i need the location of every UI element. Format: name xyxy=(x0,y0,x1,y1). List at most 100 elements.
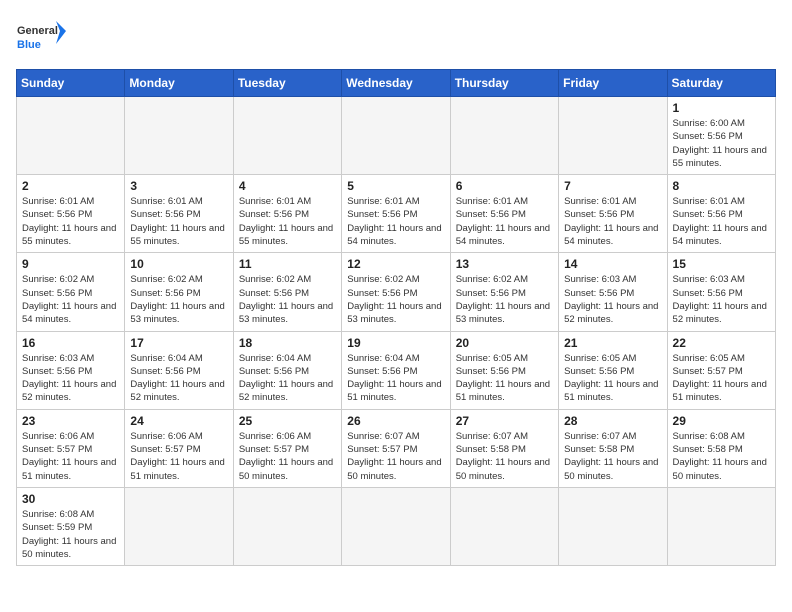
day-info: Sunrise: 6:06 AMSunset: 5:57 PMDaylight:… xyxy=(239,430,336,483)
calendar-cell: 20Sunrise: 6:05 AMSunset: 5:56 PMDayligh… xyxy=(450,331,558,409)
day-number: 17 xyxy=(130,336,227,350)
day-number: 27 xyxy=(456,414,553,428)
calendar-cell: 21 Sunrise: 6:05 AMSunset: 5:56 PMDayligh… xyxy=(559,331,667,409)
day-info: Sunrise: 6:03 AMSunset: 5:56 PMDaylight:… xyxy=(564,273,661,326)
calendar-cell: 1 Sunrise: 6:00 AMSunset: 5:56 PMDaylight… xyxy=(667,97,775,175)
logo: General Blue xyxy=(16,16,66,61)
calendar-cell: 4 Sunrise: 6:01 AMSunset: 5:56 PMDaylight… xyxy=(233,175,341,253)
day-number: 21 xyxy=(564,336,661,350)
day-info: Sunrise: 6:07 AMSunset: 5:58 PMDaylight:… xyxy=(456,430,553,483)
calendar-cell: 11 Sunrise: 6:02 AMSunset: 5:56 PMDayligh… xyxy=(233,253,341,331)
calendar-week-3: 9 Sunrise: 6:02 AMSunset: 5:56 PMDaylight… xyxy=(17,253,776,331)
weekday-header-friday: Friday xyxy=(559,70,667,97)
calendar-week-6: 30 Sunrise: 6:08 AMSunset: 5:59 PMDayligh… xyxy=(17,487,776,565)
day-info: Sunrise: 6:04 AMSunset: 5:56 PMDaylight:… xyxy=(239,352,336,405)
day-number: 13 xyxy=(456,257,553,271)
page-header: General Blue xyxy=(16,16,776,61)
calendar: SundayMondayTuesdayWednesdayThursdayFrid… xyxy=(16,69,776,566)
calendar-cell: 2Sunrise: 6:01 AMSunset: 5:56 PMDaylight… xyxy=(17,175,125,253)
day-info: Sunrise: 6:05 AMSunset: 5:57 PMDaylight:… xyxy=(673,352,770,405)
day-info: Sunrise: 6:03 AMSunset: 5:56 PMDaylight:… xyxy=(673,273,770,326)
day-number: 19 xyxy=(347,336,444,350)
day-number: 4 xyxy=(239,179,336,193)
day-info: Sunrise: 6:07 AMSunset: 5:58 PMDaylight:… xyxy=(564,430,661,483)
day-number: 25 xyxy=(239,414,336,428)
day-info: Sunrise: 6:01 AMSunset: 5:56 PMDaylight:… xyxy=(456,195,553,248)
day-info: Sunrise: 6:02 AMSunset: 5:56 PMDaylight:… xyxy=(347,273,444,326)
calendar-cell: 19 Sunrise: 6:04 AMSunset: 5:56 PMDayligh… xyxy=(342,331,450,409)
day-number: 30 xyxy=(22,492,119,506)
calendar-cell xyxy=(125,487,233,565)
day-number: 29 xyxy=(673,414,770,428)
calendar-cell xyxy=(450,487,558,565)
day-number: 16 xyxy=(22,336,119,350)
day-number: 20 xyxy=(456,336,553,350)
day-info: Sunrise: 6:04 AMSunset: 5:56 PMDaylight:… xyxy=(347,352,444,405)
calendar-cell: 25 Sunrise: 6:06 AMSunset: 5:57 PMDayligh… xyxy=(233,409,341,487)
calendar-cell: 23Sunrise: 6:06 AMSunset: 5:57 PMDayligh… xyxy=(17,409,125,487)
day-number: 14 xyxy=(564,257,661,271)
weekday-header-tuesday: Tuesday xyxy=(233,70,341,97)
calendar-cell xyxy=(342,487,450,565)
calendar-cell: 10 Sunrise: 6:02 AMSunset: 5:56 PMDayligh… xyxy=(125,253,233,331)
day-number: 1 xyxy=(673,101,770,115)
day-number: 6 xyxy=(456,179,553,193)
day-info: Sunrise: 6:01 AMSunset: 5:56 PMDaylight:… xyxy=(673,195,770,248)
day-info: Sunrise: 6:01 AMSunset: 5:56 PMDaylight:… xyxy=(239,195,336,248)
day-number: 7 xyxy=(564,179,661,193)
calendar-week-2: 2Sunrise: 6:01 AMSunset: 5:56 PMDaylight… xyxy=(17,175,776,253)
calendar-cell xyxy=(233,97,341,175)
day-number: 5 xyxy=(347,179,444,193)
day-info: Sunrise: 6:02 AMSunset: 5:56 PMDaylight:… xyxy=(239,273,336,326)
day-number: 15 xyxy=(673,257,770,271)
day-info: Sunrise: 6:00 AMSunset: 5:56 PMDaylight:… xyxy=(673,117,770,170)
day-info: Sunrise: 6:02 AMSunset: 5:56 PMDaylight:… xyxy=(130,273,227,326)
calendar-cell: 22 Sunrise: 6:05 AMSunset: 5:57 PMDayligh… xyxy=(667,331,775,409)
calendar-cell: 18Sunrise: 6:04 AMSunset: 5:56 PMDayligh… xyxy=(233,331,341,409)
day-number: 12 xyxy=(347,257,444,271)
day-number: 9 xyxy=(22,257,119,271)
day-number: 24 xyxy=(130,414,227,428)
day-info: Sunrise: 6:01 AMSunset: 5:56 PMDaylight:… xyxy=(347,195,444,248)
calendar-cell xyxy=(125,97,233,175)
day-number: 11 xyxy=(239,257,336,271)
calendar-cell: 17 Sunrise: 6:04 AMSunset: 5:56 PMDayligh… xyxy=(125,331,233,409)
weekday-header-sunday: Sunday xyxy=(17,70,125,97)
day-number: 3 xyxy=(130,179,227,193)
calendar-week-4: 16 Sunrise: 6:03 AMSunset: 5:56 PMDayligh… xyxy=(17,331,776,409)
calendar-cell: 9 Sunrise: 6:02 AMSunset: 5:56 PMDaylight… xyxy=(17,253,125,331)
calendar-cell: 12 Sunrise: 6:02 AMSunset: 5:56 PMDayligh… xyxy=(342,253,450,331)
day-number: 28 xyxy=(564,414,661,428)
day-info: Sunrise: 6:08 AMSunset: 5:58 PMDaylight:… xyxy=(673,430,770,483)
calendar-cell: 24Sunrise: 6:06 AMSunset: 5:57 PMDayligh… xyxy=(125,409,233,487)
day-info: Sunrise: 6:01 AMSunset: 5:56 PMDaylight:… xyxy=(564,195,661,248)
day-info: Sunrise: 6:06 AMSunset: 5:57 PMDaylight:… xyxy=(22,430,119,483)
calendar-week-1: 1 Sunrise: 6:00 AMSunset: 5:56 PMDaylight… xyxy=(17,97,776,175)
day-info: Sunrise: 6:08 AMSunset: 5:59 PMDaylight:… xyxy=(22,508,119,561)
svg-text:Blue: Blue xyxy=(17,39,41,51)
day-number: 10 xyxy=(130,257,227,271)
calendar-cell: 30 Sunrise: 6:08 AMSunset: 5:59 PMDayligh… xyxy=(17,487,125,565)
svg-text:General: General xyxy=(17,25,58,37)
day-info: Sunrise: 6:07 AMSunset: 5:57 PMDaylight:… xyxy=(347,430,444,483)
weekday-header-wednesday: Wednesday xyxy=(342,70,450,97)
day-info: Sunrise: 6:03 AMSunset: 5:56 PMDaylight:… xyxy=(22,352,119,405)
calendar-week-5: 23Sunrise: 6:06 AMSunset: 5:57 PMDayligh… xyxy=(17,409,776,487)
calendar-cell: 7 Sunrise: 6:01 AMSunset: 5:56 PMDaylight… xyxy=(559,175,667,253)
weekday-header-monday: Monday xyxy=(125,70,233,97)
logo-svg: General Blue xyxy=(16,16,66,61)
day-info: Sunrise: 6:02 AMSunset: 5:56 PMDaylight:… xyxy=(22,273,119,326)
calendar-cell: 27 Sunrise: 6:07 AMSunset: 5:58 PMDayligh… xyxy=(450,409,558,487)
calendar-cell: 5 Sunrise: 6:01 AMSunset: 5:56 PMDaylight… xyxy=(342,175,450,253)
day-number: 8 xyxy=(673,179,770,193)
day-number: 26 xyxy=(347,414,444,428)
calendar-cell: 8 Sunrise: 6:01 AMSunset: 5:56 PMDaylight… xyxy=(667,175,775,253)
day-info: Sunrise: 6:05 AMSunset: 5:56 PMDaylight:… xyxy=(564,352,661,405)
day-number: 22 xyxy=(673,336,770,350)
day-info: Sunrise: 6:04 AMSunset: 5:56 PMDaylight:… xyxy=(130,352,227,405)
calendar-cell: 16 Sunrise: 6:03 AMSunset: 5:56 PMDayligh… xyxy=(17,331,125,409)
calendar-cell: 3Sunrise: 6:01 AMSunset: 5:56 PMDaylight… xyxy=(125,175,233,253)
day-info: Sunrise: 6:02 AMSunset: 5:56 PMDaylight:… xyxy=(456,273,553,326)
calendar-cell: 14 Sunrise: 6:03 AMSunset: 5:56 PMDayligh… xyxy=(559,253,667,331)
day-info: Sunrise: 6:01 AMSunset: 5:56 PMDaylight:… xyxy=(22,195,119,248)
